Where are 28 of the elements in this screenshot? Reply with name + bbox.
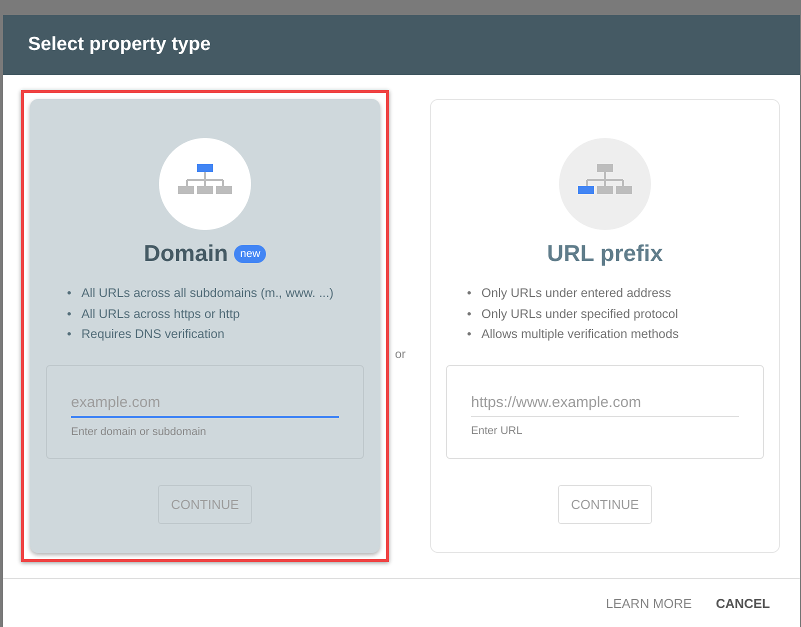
option-card[interactable]: Domain new • All URLs across all subdomains (m., www. ...) • All URLs across https or http • Requires DNS verification example.com Enter domain or subdomain CONTINUE	[30, 99, 380, 553]
feature-item: Only URLs under entered address	[481, 285, 672, 302]
bullet-marker: •	[467, 306, 472, 322]
option-card[interactable]: URL prefix • Only URLs under entered address • Only URLs under specified protocol • Allows multiple verification methods https://www.example.com Enter URL CONTINUE	[430, 99, 780, 553]
bullet-marker: •	[67, 285, 72, 302]
separator-text: or	[395, 347, 407, 361]
action-button[interactable]: LEARN MORE	[598, 590, 700, 616]
option-title: URL prefix	[547, 240, 663, 267]
field-hint: Enter URL	[471, 424, 524, 436]
feature-item: Only URLs under specified protocol	[481, 306, 678, 323]
dialog-title: Select property type	[28, 34, 211, 56]
feature-item: All URLs across all subdomains (m., www. ...)	[81, 285, 334, 302]
feature-item: Requires DNS verification	[81, 326, 224, 343]
input-field[interactable]: example.com	[71, 390, 339, 418]
input-card[interactable]: example.com Enter domain or subdomain	[46, 364, 364, 458]
continue-button[interactable]: CONTINUE	[158, 484, 252, 524]
option-title: Domain	[144, 240, 228, 267]
feature-item: All URLs across https or http	[81, 306, 240, 323]
continue-button[interactable]: CONTINUE	[558, 484, 652, 524]
bullet-marker: •	[67, 306, 72, 322]
input-card[interactable]: https://www.example.com Enter URL	[446, 364, 764, 458]
action-button[interactable]: CANCEL	[708, 590, 778, 616]
bullet-marker: •	[67, 326, 72, 343]
new-badge: new	[234, 244, 266, 262]
bullet-marker: •	[467, 326, 472, 343]
field-hint: Enter domain or subdomain	[71, 426, 208, 438]
feature-item: Allows multiple verification methods	[481, 326, 679, 343]
bullet-marker: •	[467, 285, 472, 302]
